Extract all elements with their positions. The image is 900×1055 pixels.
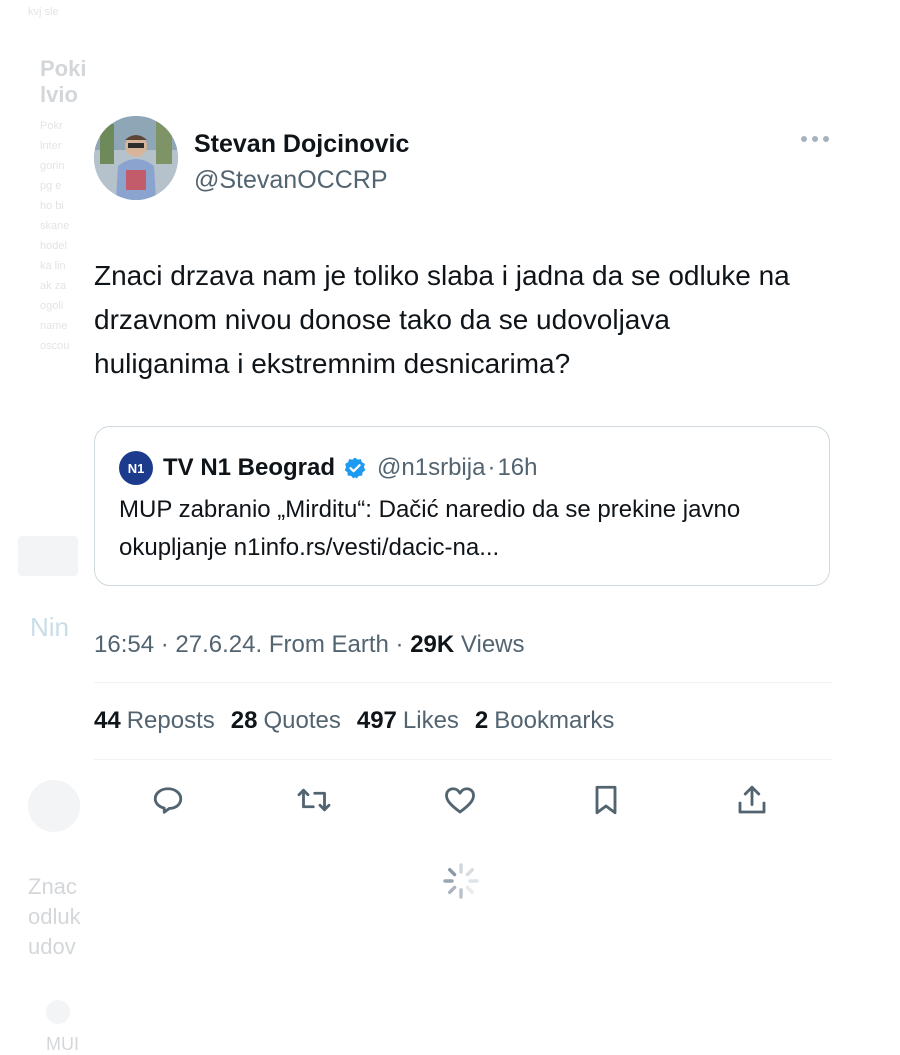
ghost-text: oscou (40, 340, 70, 352)
ghost-text: udov (28, 934, 76, 959)
ghost-text: kvj sle (28, 6, 59, 18)
loading-spinner-icon (442, 862, 480, 900)
quotes-label: Quotes (263, 707, 341, 734)
ghost-text: gorin (40, 160, 65, 172)
quotes-count: 28 (230, 707, 258, 734)
quoted-tweet[interactable]: N1 TV N1 Beograd @n1srbija · 16h MUP zab… (94, 426, 830, 586)
ghost-heading: lvio (40, 82, 78, 107)
tweet-time[interactable]: 16:54 (94, 631, 154, 658)
tweet-header: Stevan Dojcinovic @StevanOCCRP (94, 112, 832, 208)
bookmarks-count: 2 (474, 707, 489, 734)
ghost-text: pg e (40, 180, 62, 192)
likes-stat[interactable]: 497 Likes (357, 707, 459, 735)
quoted-tweet-text: MUP zabranio „Mirditu“: Dačić naredio da… (119, 496, 741, 561)
reposts-stat[interactable]: 44 Reposts (94, 707, 215, 735)
loading-spinner-graphic (443, 863, 479, 899)
tweet-date[interactable]: 27.6.24. (175, 631, 262, 658)
ghost-heading: Poki (40, 56, 87, 81)
share-icon (738, 785, 766, 814)
quoted-time: 16h (497, 454, 538, 481)
ghost-text: Pokr (40, 120, 63, 132)
reply-button[interactable] (150, 782, 186, 818)
bookmark-icon (595, 785, 617, 815)
ghost-block (18, 536, 78, 576)
like-icon (445, 787, 475, 814)
ghost-logo (46, 1000, 70, 1024)
ghost-text: ak za (40, 280, 67, 292)
tweet-meta: 16:54 · 27.6.24. From Earth · 29K Views (94, 628, 832, 662)
ghost-text: odluk (28, 904, 81, 929)
author-info: Stevan Dojcinovic @StevanOCCRP (194, 128, 409, 196)
ghost-text: ogoli (40, 300, 64, 312)
author-handle[interactable]: @StevanOCCRP (194, 164, 409, 196)
like-button[interactable] (442, 782, 478, 818)
tweet-card: Stevan Dojcinovic @StevanOCCRP Znaci drz… (94, 112, 832, 846)
ghost-text: hodel (40, 240, 67, 252)
quoted-author-handle: @n1srbija (377, 454, 486, 481)
tweet-source: From Earth (268, 631, 389, 658)
n1-logo-icon: N1 (119, 451, 153, 485)
ghost-text: ka lin (40, 260, 66, 272)
repost-button[interactable] (296, 782, 332, 818)
meta-separator: · (160, 631, 169, 658)
author-avatar[interactable] (94, 116, 178, 200)
ghost-avatar (28, 780, 80, 832)
bookmark-button[interactable] (588, 782, 624, 818)
more-options-button[interactable] (798, 132, 832, 154)
likes-label: Likes (402, 707, 459, 734)
more-horizontal-icon (801, 136, 829, 142)
ghost-text: ho bi (40, 200, 64, 212)
ghost-text: skane (40, 220, 70, 232)
ghost-text: MUI (46, 1034, 79, 1054)
tweet-stats: 44 Reposts 28 Quotes 497 Likes 2 Bookmarks (94, 683, 832, 759)
likes-count: 497 (356, 707, 397, 734)
quotes-stat[interactable]: 28 Quotes (231, 707, 341, 735)
share-button[interactable] (734, 782, 770, 818)
reposts-count: 44 (94, 707, 121, 734)
bookmarks-label: Bookmarks (494, 707, 615, 734)
bookmarks-stat[interactable]: 2 Bookmarks (475, 707, 614, 735)
repost-icon (297, 788, 331, 812)
ghost-text: name (40, 320, 68, 332)
quoted-tweet-header: N1 TV N1 Beograd @n1srbija · 16h (119, 451, 805, 485)
quoted-time-separator: · (487, 454, 496, 481)
ghost-text: lnter (40, 140, 62, 152)
verified-badge-icon (344, 457, 366, 479)
views-label: Views (460, 631, 525, 658)
author-name[interactable]: Stevan Dojcinovic (194, 128, 409, 160)
reply-icon (153, 787, 183, 814)
meta-separator: · (395, 631, 404, 658)
quoted-author-name: TV N1 Beograd (163, 454, 336, 481)
tweet-actions (94, 760, 832, 846)
reposts-label: Reposts (126, 707, 215, 734)
ghost-heading: Nin (30, 612, 70, 642)
avatar-photo-icon (94, 116, 178, 200)
ghost-text: Znac (28, 874, 77, 899)
views-count: 29K (410, 631, 455, 658)
tweet-text: Znaci drzava nam je toliko slaba i jadna… (94, 260, 790, 379)
